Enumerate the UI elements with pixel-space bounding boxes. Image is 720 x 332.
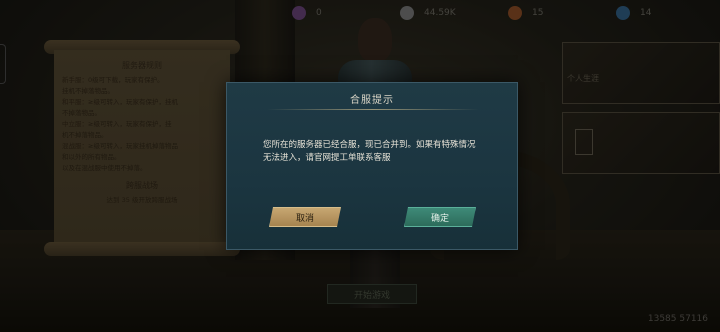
dialog-title: 合服提示 (350, 95, 394, 106)
title-divider (267, 109, 479, 110)
dialog-message: 您所在的服务器已经合服，现已合并到。如果有特殊情况无法进入，请官网提工单联系客服 (263, 140, 476, 163)
confirm-button[interactable]: 确定 (404, 207, 476, 227)
cancel-button[interactable]: 取消 (269, 207, 341, 227)
server-merge-dialog: 合服提示 您所在的服务器已经合服，现已合并到。如果有特殊情况无法进入，请官网提工… (226, 82, 518, 250)
